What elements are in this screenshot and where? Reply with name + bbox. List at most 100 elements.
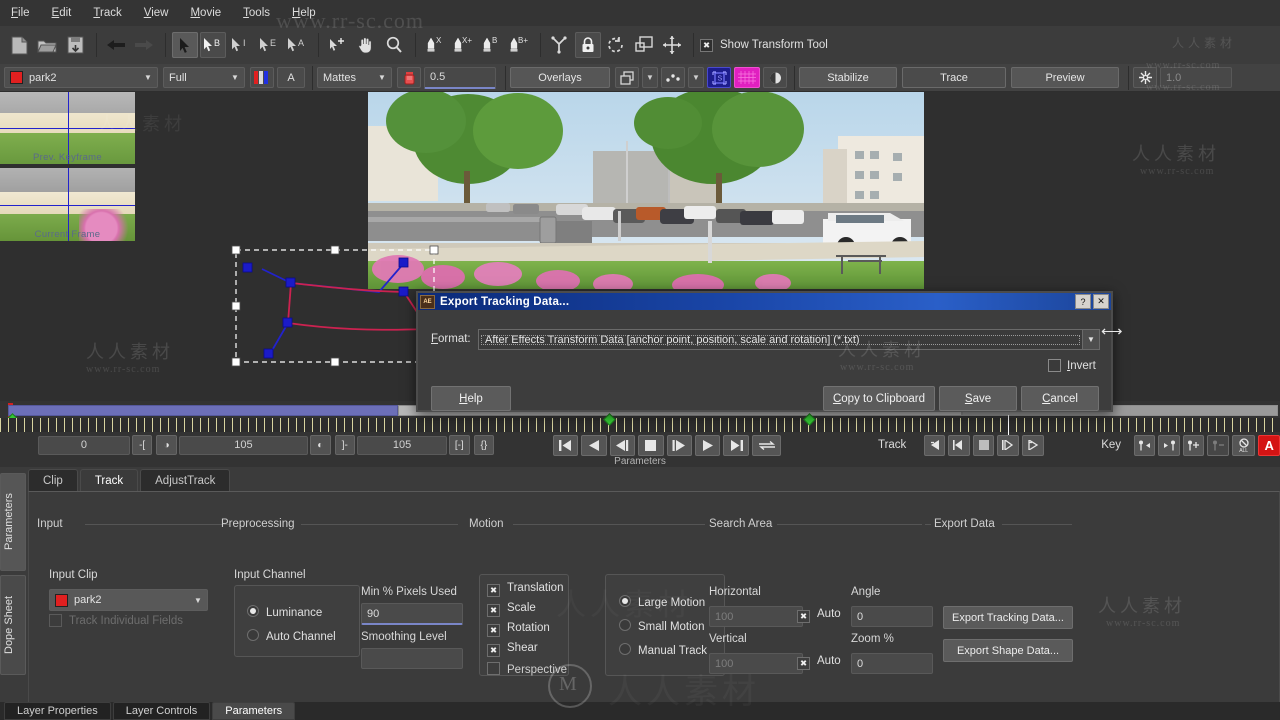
select-e-icon[interactable]: E (256, 32, 282, 58)
zoom-percent-field[interactable]: 0 (851, 653, 933, 674)
points-icon[interactable] (661, 67, 685, 88)
set-out-point-icon[interactable]: ]- (334, 435, 356, 455)
radio-manual-track[interactable]: Manual Track (619, 643, 707, 657)
viewer-image[interactable] (368, 91, 924, 289)
alpha-icon[interactable]: A (277, 67, 305, 88)
step-forward-icon[interactable] (666, 434, 692, 456)
tab-adjust-track[interactable]: AdjustTrack (140, 469, 231, 492)
invert-checkbox[interactable]: Invert (1048, 359, 1096, 372)
redo-arrow-icon[interactable] (131, 32, 157, 58)
gain-field[interactable]: 1.0 (1160, 67, 1232, 88)
track-forward-all-icon[interactable] (1022, 434, 1044, 456)
in-point-field[interactable]: 0 (38, 435, 130, 455)
stabilize-button[interactable]: Stabilize (799, 67, 897, 88)
go-to-start-icon[interactable] (552, 434, 579, 456)
step-backward-icon[interactable] (609, 434, 636, 456)
horizontal-field[interactable]: 100 (709, 606, 803, 627)
btab-parameters[interactable]: Parameters (212, 702, 296, 720)
menu-item-tools[interactable]: Tools (232, 4, 281, 22)
show-transform-tool-checkbox[interactable] (700, 38, 713, 52)
vertical-field[interactable]: 100 (709, 653, 803, 674)
close-icon[interactable]: ✕ (1093, 294, 1109, 309)
radio-luminance[interactable]: Luminance (247, 605, 322, 619)
current-frame-thumbnail[interactable]: Current Frame (0, 168, 135, 241)
add-point-icon[interactable] (325, 32, 351, 58)
format-dropdown[interactable]: After Effects Transform Data [anchor poi… (478, 329, 1100, 350)
prev-keyframe-thumbnail[interactable]: Prev. Keyframe (0, 91, 135, 164)
rotate-icon[interactable] (603, 32, 629, 58)
delete-all-keys-icon[interactable]: ALL (1231, 434, 1256, 456)
select-i-icon[interactable]: I (228, 32, 254, 58)
cancel-button[interactable]: Cancel (1021, 386, 1099, 411)
go-to-end-icon[interactable] (723, 434, 749, 456)
matte-color-icon[interactable] (397, 67, 421, 88)
loop-icon[interactable] (751, 434, 782, 456)
pen-x-icon[interactable]: X (422, 32, 448, 58)
help-window-button[interactable]: ? (1075, 294, 1091, 309)
pen-xplus-icon[interactable]: X+ (450, 32, 476, 58)
export-tracking-data-button[interactable]: Export Tracking Data... (943, 606, 1073, 629)
auto-key-button[interactable]: A (1258, 434, 1280, 456)
set-in-point-icon[interactable]: -[ (131, 435, 153, 455)
pen-b-icon[interactable]: B (478, 32, 504, 58)
angle-field[interactable]: 0 (851, 606, 933, 627)
opacity-field[interactable]: 0.5 (424, 66, 496, 89)
menu-item-file[interactable]: FFileile (0, 4, 41, 22)
tab-clip[interactable]: Clip (28, 469, 78, 492)
menu-item-edit[interactable]: Edit (41, 4, 83, 22)
horizontal-auto-checkbox[interactable]: Auto (797, 608, 841, 623)
track-individual-fields-checkbox[interactable]: Track Individual Fields (49, 614, 183, 627)
trace-button[interactable]: Trace (902, 67, 1006, 88)
expand-range-icon[interactable]: {} (473, 435, 495, 455)
select-b-icon[interactable]: B (200, 32, 226, 58)
track-stop-icon[interactable] (972, 434, 995, 456)
out-key-icon[interactable]: ◐ (309, 435, 331, 455)
pen-bplus-icon[interactable]: B+ (506, 32, 532, 58)
chevron-down-icon[interactable]: ▼ (642, 67, 658, 88)
copy-to-clipboard-button[interactable]: Copy to Clipboard (823, 386, 935, 411)
overlays-button[interactable]: Overlays (510, 67, 610, 88)
menu-item-help[interactable]: Help (281, 4, 327, 22)
prev-key-icon[interactable] (1133, 434, 1156, 456)
mesh-icon[interactable] (734, 67, 760, 88)
save-button[interactable]: Save (939, 386, 1017, 411)
track-backward-all-icon[interactable] (923, 434, 946, 456)
help-button[interactable]: Help (431, 386, 511, 411)
track-forward-icon[interactable] (997, 434, 1019, 456)
tab-track[interactable]: Track (79, 469, 139, 492)
menu-item-movie[interactable]: Movie (179, 4, 232, 22)
delete-key-icon[interactable] (1207, 434, 1229, 456)
zoom-magnifier-icon[interactable] (381, 32, 407, 58)
in-key-icon[interactable]: ◑ (156, 435, 177, 455)
surface-icon[interactable]: S (707, 67, 731, 88)
checkbox-shear[interactable]: Shear (487, 642, 567, 662)
layers-icon[interactable] (615, 67, 639, 88)
input-clip-dropdown[interactable]: park2 ▼ (49, 589, 208, 611)
timeline-range-bar[interactable] (8, 405, 398, 416)
checkbox-translation[interactable]: Translation (487, 582, 567, 602)
select-a-icon[interactable]: A (284, 32, 310, 58)
chevron-down-icon[interactable]: ▼ (688, 67, 704, 88)
menu-item-track[interactable]: Track (82, 4, 132, 22)
preview-button[interactable]: Preview (1011, 67, 1119, 88)
smoothing-level-field[interactable] (361, 648, 463, 669)
btab-layer-controls[interactable]: Layer Controls (112, 702, 211, 720)
select-arrow-icon[interactable] (172, 32, 198, 58)
link-icon[interactable] (547, 32, 573, 58)
menu-item-view[interactable]: View (133, 4, 180, 22)
pan-hand-icon[interactable] (353, 32, 379, 58)
chevron-down-icon[interactable]: ▼ (1082, 330, 1099, 349)
duplicate-icon[interactable] (631, 32, 657, 58)
save-icon[interactable] (62, 32, 88, 58)
open-folder-icon[interactable] (34, 32, 60, 58)
radio-large-motion[interactable]: Large Motion (619, 595, 705, 609)
min-pixels-field[interactable]: 90 (361, 603, 463, 625)
dialog-titlebar[interactable]: AE Export Tracking Data... ? ✕ (418, 293, 1111, 310)
checkbox-scale[interactable]: Scale (487, 602, 567, 622)
new-document-icon[interactable] (6, 32, 32, 58)
layer-select-dropdown[interactable]: park2 ▼ (4, 67, 158, 88)
vertical-auto-checkbox[interactable]: Auto (797, 655, 841, 670)
quality-dropdown[interactable]: Full ▼ (163, 67, 245, 88)
btab-layer-properties[interactable]: Layer Properties (4, 702, 111, 720)
add-key-icon[interactable] (1182, 434, 1205, 456)
